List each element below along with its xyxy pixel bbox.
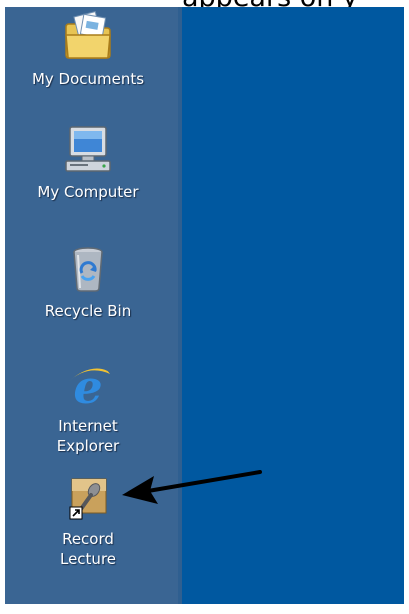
desktop-icon-label: My Documents — [31, 70, 145, 88]
screenshot-page: appears on y My Documents — [0, 0, 409, 614]
desktop-icon-recycle-bin[interactable]: Recycle Bin — [13, 243, 163, 321]
record-lecture-icon — [62, 477, 114, 529]
desktop-icon-internet-explorer[interactable]: e Internet Explorer — [13, 360, 163, 456]
desktop-icon-my-documents[interactable]: My Documents — [13, 11, 163, 89]
arrow-left-icon — [120, 468, 262, 512]
desktop-icon-label: Recycle Bin — [44, 302, 132, 320]
desktop-icon-label: Internet Explorer — [56, 417, 120, 455]
svg-text:e: e — [73, 360, 102, 412]
desktop-icon-label: Record Lecture — [59, 530, 117, 568]
my-documents-icon — [62, 11, 114, 63]
internet-explorer-icon: e — [62, 360, 114, 412]
desktop-icon-my-computer[interactable]: My Computer — [13, 124, 163, 202]
desktop: My Documents My Computer Recycle Bin e I… — [5, 7, 404, 604]
desktop-icon-label: My Computer — [37, 183, 139, 201]
recycle-bin-icon — [62, 243, 114, 295]
column-edge — [178, 7, 182, 604]
my-computer-icon — [62, 124, 114, 176]
